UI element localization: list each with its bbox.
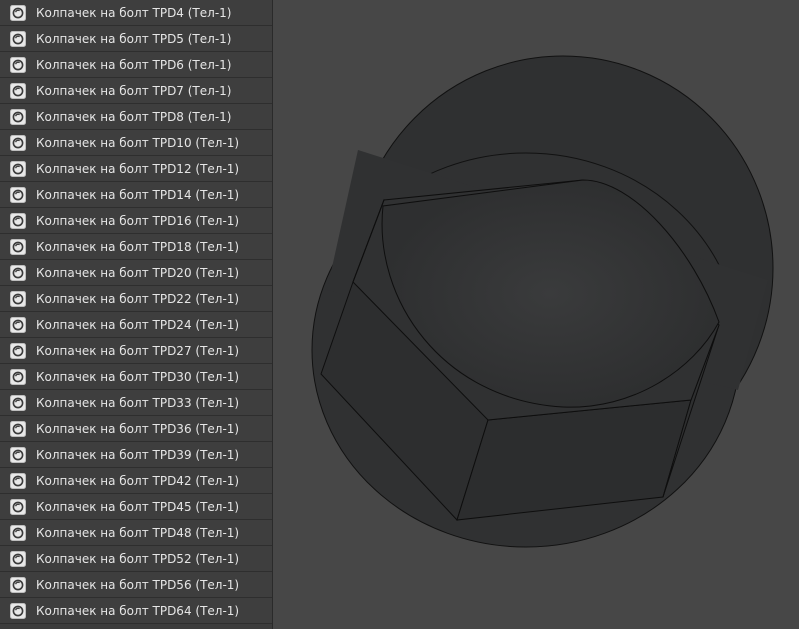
tree-item-label: Колпачек на болт TPD12 (Тел-1) bbox=[36, 161, 240, 176]
tree-item-label: Колпачек на болт TPD20 (Тел-1) bbox=[36, 265, 240, 280]
body-part-icon bbox=[10, 186, 26, 203]
body-part-icon bbox=[10, 342, 26, 359]
tree-item-label: Колпачек на болт TPD42 (Тел-1) bbox=[36, 473, 240, 488]
tree-item-12[interactable]: Колпачек на болт TPD24 (Тел-1) bbox=[0, 312, 272, 338]
tree-item-label: Колпачек на болт TPD30 (Тел-1) bbox=[36, 369, 240, 384]
tree-item-9[interactable]: Колпачек на болт TPD18 (Тел-1) bbox=[0, 234, 272, 260]
tree-item-2[interactable]: Колпачек на болт TPD6 (Тел-1) bbox=[0, 52, 272, 78]
tree-item-label: Колпачек на болт TPD22 (Тел-1) bbox=[36, 291, 240, 306]
body-part-icon bbox=[10, 602, 26, 619]
tree-item-label: Колпачек на болт TPD56 (Тел-1) bbox=[36, 577, 240, 592]
tree-item-label: Колпачек на болт TPD27 (Тел-1) bbox=[36, 343, 240, 358]
body-part-icon bbox=[10, 30, 26, 47]
body-part-icon bbox=[10, 108, 26, 125]
body-part-icon bbox=[10, 316, 26, 333]
body-part-icon bbox=[10, 212, 26, 229]
tree-item-label: Колпачек на болт TPD14 (Тел-1) bbox=[36, 187, 240, 202]
tree-item-label: Колпачек на болт TPD5 (Тел-1) bbox=[36, 31, 232, 46]
tree-item-label: Колпачек на болт TPD36 (Тел-1) bbox=[36, 421, 240, 436]
tree-item-label: Колпачек на болт TPD52 (Тел-1) bbox=[36, 551, 240, 566]
body-part-icon bbox=[10, 576, 26, 593]
tree-item-label: Колпачек на болт TPD64 (Тел-1) bbox=[36, 603, 240, 618]
body-part-icon bbox=[10, 160, 26, 177]
tree-item-13[interactable]: Колпачек на болт TPD27 (Тел-1) bbox=[0, 338, 272, 364]
tree-item-22[interactable]: Колпачек на болт TPD56 (Тел-1) bbox=[0, 572, 272, 598]
body-part-icon bbox=[10, 498, 26, 515]
tree-item-19[interactable]: Колпачек на болт TPD45 (Тел-1) bbox=[0, 494, 272, 520]
tree-item-3[interactable]: Колпачек на болт TPD7 (Тел-1) bbox=[0, 78, 272, 104]
body-part-icon bbox=[10, 446, 26, 463]
body-part-icon bbox=[10, 264, 26, 281]
tree-item-10[interactable]: Колпачек на болт TPD20 (Тел-1) bbox=[0, 260, 272, 286]
tree-item-18[interactable]: Колпачек на болт TPD42 (Тел-1) bbox=[0, 468, 272, 494]
tree-item-label: Колпачек на болт TPD48 (Тел-1) bbox=[36, 525, 240, 540]
tree-item-11[interactable]: Колпачек на болт TPD22 (Тел-1) bbox=[0, 286, 272, 312]
body-part-icon bbox=[10, 290, 26, 307]
tree-item-label: Колпачек на болт TPD10 (Тел-1) bbox=[36, 135, 240, 150]
model-tree-panel: Колпачек на болт TPD4 (Тел-1) Колпачек н… bbox=[0, 0, 273, 629]
body-part-icon bbox=[10, 550, 26, 567]
tree-item-label: Колпачек на болт TPD6 (Тел-1) bbox=[36, 57, 232, 72]
body-part-icon bbox=[10, 524, 26, 541]
body-part-icon bbox=[10, 420, 26, 437]
tree-item-16[interactable]: Колпачек на болт TPD36 (Тел-1) bbox=[0, 416, 272, 442]
tree-item-label: Колпачек на болт TPD45 (Тел-1) bbox=[36, 499, 240, 514]
tree-item-label: Колпачек на болт TPD39 (Тел-1) bbox=[36, 447, 240, 462]
body-part-icon bbox=[10, 472, 26, 489]
body-part-icon bbox=[10, 82, 26, 99]
body-part-icon bbox=[10, 394, 26, 411]
tree-item-0[interactable]: Колпачек на болт TPD4 (Тел-1) bbox=[0, 0, 272, 26]
tree-item-15[interactable]: Колпачек на болт TPD33 (Тел-1) bbox=[0, 390, 272, 416]
tree-item-17[interactable]: Колпачек на болт TPD39 (Тел-1) bbox=[0, 442, 272, 468]
body-part-icon bbox=[10, 134, 26, 151]
tree-item-5[interactable]: Колпачек на болт TPD10 (Тел-1) bbox=[0, 130, 272, 156]
tree-item-14[interactable]: Колпачек на болт TPD30 (Тел-1) bbox=[0, 364, 272, 390]
tree-item-6[interactable]: Колпачек на болт TPD12 (Тел-1) bbox=[0, 156, 272, 182]
cad-window: Колпачек на болт TPD4 (Тел-1) Колпачек н… bbox=[0, 0, 799, 629]
body-part-icon bbox=[10, 368, 26, 385]
tree-item-label: Колпачек на болт TPD33 (Тел-1) bbox=[36, 395, 240, 410]
tree-item-4[interactable]: Колпачек на болт TPD8 (Тел-1) bbox=[0, 104, 272, 130]
tree-item-21[interactable]: Колпачек на болт TPD52 (Тел-1) bbox=[0, 546, 272, 572]
tree-item-8[interactable]: Колпачек на болт TPD16 (Тел-1) bbox=[0, 208, 272, 234]
tree-item-label: Колпачек на болт TPD8 (Тел-1) bbox=[36, 109, 232, 124]
body-part-icon bbox=[10, 4, 26, 21]
body-part-icon bbox=[10, 56, 26, 73]
bolt-cap-model bbox=[311, 55, 774, 548]
tree-item-20[interactable]: Колпачек на болт TPD48 (Тел-1) bbox=[0, 520, 272, 546]
tree-item-1[interactable]: Колпачек на болт TPD5 (Тел-1) bbox=[0, 26, 272, 52]
tree-item-label: Колпачек на болт TPD4 (Тел-1) bbox=[36, 5, 232, 20]
tree-item-label: Колпачек на болт TPD16 (Тел-1) bbox=[36, 213, 240, 228]
3d-viewport[interactable] bbox=[273, 0, 799, 629]
tree-item-label: Колпачек на болт TPD24 (Тел-1) bbox=[36, 317, 240, 332]
tree-item-7[interactable]: Колпачек на болт TPD14 (Тел-1) bbox=[0, 182, 272, 208]
body-part-icon bbox=[10, 238, 26, 255]
tree-item-label: Колпачек на болт TPD7 (Тел-1) bbox=[36, 83, 232, 98]
tree-item-label: Колпачек на болт TPD18 (Тел-1) bbox=[36, 239, 240, 254]
tree-item-23[interactable]: Колпачек на болт TPD64 (Тел-1) bbox=[0, 598, 272, 624]
